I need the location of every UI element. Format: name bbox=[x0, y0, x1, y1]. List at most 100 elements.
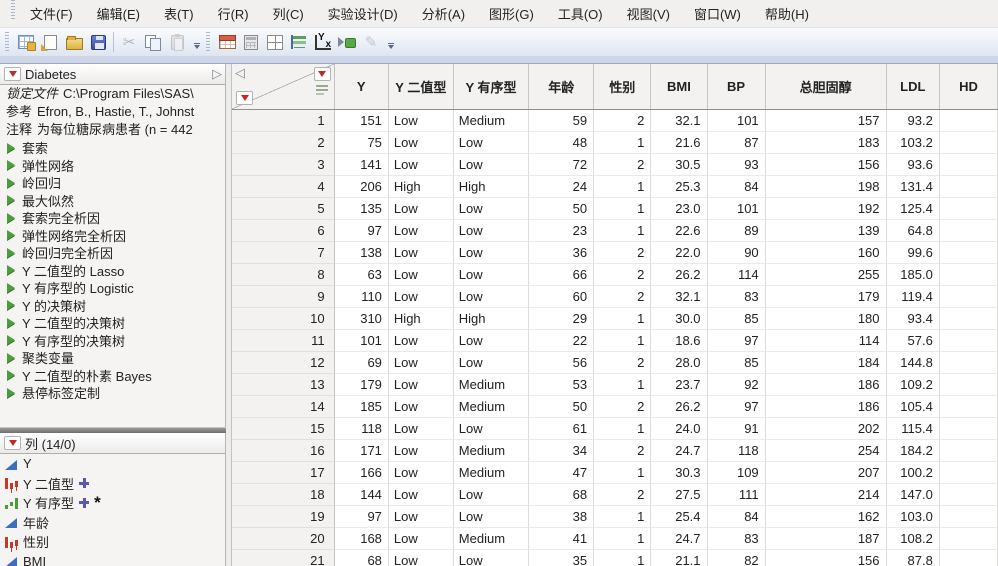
column-header-4[interactable]: 年龄 bbox=[529, 64, 595, 109]
copy-icon[interactable] bbox=[141, 30, 165, 54]
table-cell[interactable]: 63 bbox=[334, 264, 389, 286]
table-cell[interactable]: Low bbox=[388, 352, 454, 374]
table-cell[interactable]: 93 bbox=[707, 154, 766, 176]
table-cell[interactable]: 1 bbox=[594, 550, 652, 566]
column-header-7[interactable]: BP bbox=[708, 64, 766, 109]
table-cell[interactable] bbox=[939, 198, 998, 220]
table-cell[interactable]: 111 bbox=[707, 484, 766, 506]
table-cell[interactable]: 198 bbox=[765, 176, 887, 198]
table-cell[interactable]: 192 bbox=[765, 198, 887, 220]
table-cell[interactable]: 84 bbox=[707, 176, 766, 198]
script-item[interactable]: Y 的决策树 bbox=[0, 297, 225, 315]
paste-icon[interactable] bbox=[165, 30, 189, 54]
table-cell[interactable]: 2 bbox=[594, 440, 652, 462]
table-cell[interactable]: 27.5 bbox=[651, 484, 708, 506]
table-cell[interactable]: 103.0 bbox=[886, 506, 940, 528]
table-cell[interactable] bbox=[939, 264, 998, 286]
menu-item-6[interactable]: 实验设计(D) bbox=[316, 0, 410, 27]
table-cell[interactable]: Low bbox=[388, 374, 454, 396]
table-cell[interactable]: 50 bbox=[529, 198, 595, 220]
table-cell[interactable]: Medium bbox=[453, 462, 530, 484]
table-cell[interactable]: 41 bbox=[529, 528, 595, 550]
table-cell[interactable]: 2 bbox=[594, 484, 652, 506]
join-icon[interactable] bbox=[335, 30, 359, 54]
menu-item-1[interactable]: 文件(F) bbox=[18, 0, 85, 27]
column-header-6[interactable]: BMI bbox=[651, 64, 708, 109]
table-cell[interactable]: 97 bbox=[334, 506, 389, 528]
table-cell[interactable]: 180 bbox=[765, 308, 887, 330]
script-item[interactable]: 套索完全析因 bbox=[0, 209, 225, 227]
table-cell[interactable]: 1 bbox=[594, 462, 652, 484]
table-cell[interactable]: 171 bbox=[334, 440, 389, 462]
table-cell[interactable]: 97 bbox=[707, 396, 766, 418]
table-cell[interactable]: Low bbox=[388, 550, 454, 566]
column-header-5[interactable]: 性别 bbox=[594, 64, 652, 109]
column-list-item[interactable]: BMI bbox=[0, 552, 225, 566]
panel-expand-icon[interactable]: ▷ bbox=[212, 66, 222, 82]
script-item[interactable]: 悬停标签定制 bbox=[0, 384, 225, 402]
table-cell[interactable] bbox=[939, 220, 998, 242]
row-number[interactable]: 8 bbox=[232, 264, 335, 286]
table-cell[interactable]: 30.3 bbox=[651, 462, 708, 484]
columns-menu-red-triangle[interactable] bbox=[4, 436, 21, 450]
table-cell[interactable]: 59 bbox=[529, 110, 595, 132]
table-cell[interactable]: 162 bbox=[765, 506, 887, 528]
table-cell[interactable]: 183 bbox=[765, 132, 887, 154]
table-cell[interactable]: Low bbox=[453, 286, 530, 308]
table-cell[interactable]: 82 bbox=[707, 550, 766, 566]
table-cell[interactable]: 53 bbox=[529, 374, 595, 396]
menu-item-9[interactable]: 工具(O) bbox=[546, 0, 615, 27]
table-cell[interactable]: Low bbox=[453, 264, 530, 286]
table-cell[interactable]: Low bbox=[388, 264, 454, 286]
menu-item-11[interactable]: 窗口(W) bbox=[682, 0, 753, 27]
table-cell[interactable]: 101 bbox=[334, 330, 389, 352]
table-cell[interactable]: 109 bbox=[707, 462, 766, 484]
run-script-icon[interactable] bbox=[7, 230, 15, 241]
table-cell[interactable] bbox=[939, 242, 998, 264]
table-cell[interactable] bbox=[939, 440, 998, 462]
table-cell[interactable]: 207 bbox=[765, 462, 887, 484]
table-cell[interactable]: 91 bbox=[707, 418, 766, 440]
table-cell[interactable]: 2 bbox=[594, 154, 652, 176]
table-cell[interactable]: 125.4 bbox=[886, 198, 940, 220]
table-cell[interactable]: 47 bbox=[529, 462, 595, 484]
run-script-icon[interactable] bbox=[7, 177, 15, 188]
table-cell[interactable]: 118 bbox=[707, 440, 766, 462]
table-cell[interactable]: Medium bbox=[453, 440, 530, 462]
table-cell[interactable]: 103.2 bbox=[886, 132, 940, 154]
table-cell[interactable]: 93.2 bbox=[886, 110, 940, 132]
table-cell[interactable] bbox=[939, 396, 998, 418]
column-header-9[interactable]: LDL bbox=[887, 64, 940, 109]
table-cell[interactable]: 24.0 bbox=[651, 418, 708, 440]
menu-item-5[interactable]: 列(C) bbox=[261, 0, 316, 27]
collapse-panels-icon[interactable]: ◁ bbox=[235, 65, 245, 81]
table-cell[interactable]: 184.2 bbox=[886, 440, 940, 462]
table-cell[interactable]: 110 bbox=[334, 286, 389, 308]
table-cell[interactable]: High bbox=[388, 176, 454, 198]
table-cell[interactable]: 35 bbox=[529, 550, 595, 566]
table-cell[interactable]: 23.7 bbox=[651, 374, 708, 396]
table-cell[interactable] bbox=[939, 176, 998, 198]
row-number[interactable]: 7 bbox=[232, 242, 335, 264]
table-cell[interactable]: 83 bbox=[707, 286, 766, 308]
table-cell[interactable]: 254 bbox=[765, 440, 887, 462]
table-cell[interactable]: 84 bbox=[707, 506, 766, 528]
table-cell[interactable]: Low bbox=[453, 154, 530, 176]
table-cell[interactable] bbox=[939, 132, 998, 154]
menu-item-8[interactable]: 图形(G) bbox=[477, 0, 546, 27]
table-cell[interactable]: 100.2 bbox=[886, 462, 940, 484]
ordinal-modeling-type-icon[interactable] bbox=[4, 497, 19, 509]
run-script-icon[interactable] bbox=[7, 317, 15, 328]
rows-header-red-triangle[interactable] bbox=[236, 91, 253, 105]
table-cell[interactable] bbox=[939, 286, 998, 308]
column-list-item[interactable]: Y 有序型 * bbox=[0, 493, 225, 513]
table-cell[interactable]: 206 bbox=[334, 176, 389, 198]
table-cell[interactable] bbox=[939, 528, 998, 550]
table-cell[interactable] bbox=[939, 550, 998, 566]
table-cell[interactable]: Low bbox=[388, 396, 454, 418]
table-cell[interactable]: 68 bbox=[334, 550, 389, 566]
table-cell[interactable]: Low bbox=[453, 220, 530, 242]
table-cell[interactable]: 255 bbox=[765, 264, 887, 286]
script-item[interactable]: 聚类变量 bbox=[0, 349, 225, 367]
fit-y-by-x-icon[interactable] bbox=[311, 30, 335, 54]
